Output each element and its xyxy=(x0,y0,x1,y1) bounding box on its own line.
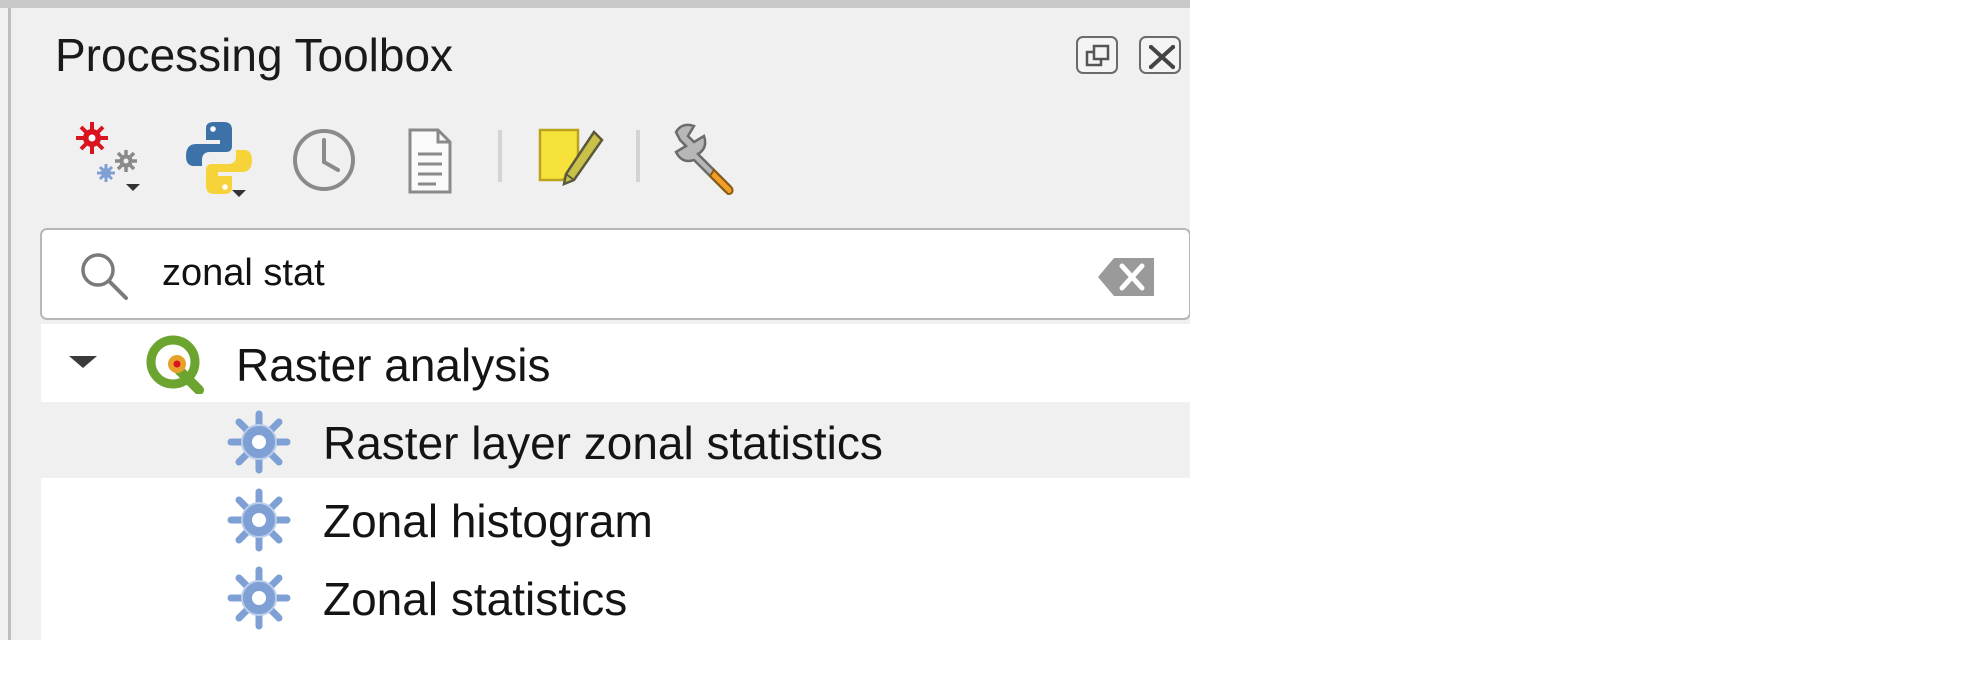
panel-left-border xyxy=(8,8,11,640)
history-icon[interactable] xyxy=(290,118,366,198)
close-dock-icon[interactable] xyxy=(1139,36,1181,74)
clear-text-icon[interactable] xyxy=(1096,256,1158,303)
collapse-arrow-icon[interactable] xyxy=(67,354,99,375)
search-value[interactable]: zonal stat xyxy=(162,252,325,295)
python-scripts-icon[interactable] xyxy=(180,118,256,198)
processing-toolbox-panel: Processing Toolbox zonal stat Raster ana… xyxy=(0,0,1190,640)
algorithm-gear-icon xyxy=(227,410,291,479)
panel-top-border xyxy=(0,0,1190,8)
panel-title: Processing Toolbox xyxy=(55,29,454,81)
search-icon xyxy=(74,248,134,309)
results-viewer-icon[interactable] xyxy=(400,118,476,198)
edit-features-in-place-icon[interactable] xyxy=(534,118,610,198)
tree-item-raster-layer-zonal-statistics[interactable]: Raster layer zonal statistics xyxy=(41,402,1190,478)
toolbar-separator xyxy=(498,130,502,182)
float-dock-icon[interactable] xyxy=(1076,36,1118,74)
qgis-logo-icon xyxy=(143,334,207,399)
algorithm-tree: Raster analysis Raster layer zonal stati… xyxy=(41,324,1190,640)
search-input[interactable]: zonal stat xyxy=(40,228,1190,320)
algorithm-gear-icon xyxy=(227,566,291,635)
tree-item-label: Zonal statistics xyxy=(323,573,628,625)
tree-item-zonal-histogram[interactable]: Zonal histogram xyxy=(41,480,1190,556)
tree-item-label: Zonal histogram xyxy=(323,495,653,547)
algorithm-gear-icon xyxy=(227,488,291,557)
toolbar-separator xyxy=(636,130,640,182)
tree-group-raster-analysis[interactable]: Raster analysis xyxy=(41,324,1190,400)
tree-item-label: Raster layer zonal statistics xyxy=(323,417,883,469)
options-icon[interactable] xyxy=(668,118,744,198)
models-icon[interactable] xyxy=(68,118,144,198)
tree-group-label: Raster analysis xyxy=(236,339,551,391)
tree-item-zonal-statistics[interactable]: Zonal statistics xyxy=(41,558,1190,634)
